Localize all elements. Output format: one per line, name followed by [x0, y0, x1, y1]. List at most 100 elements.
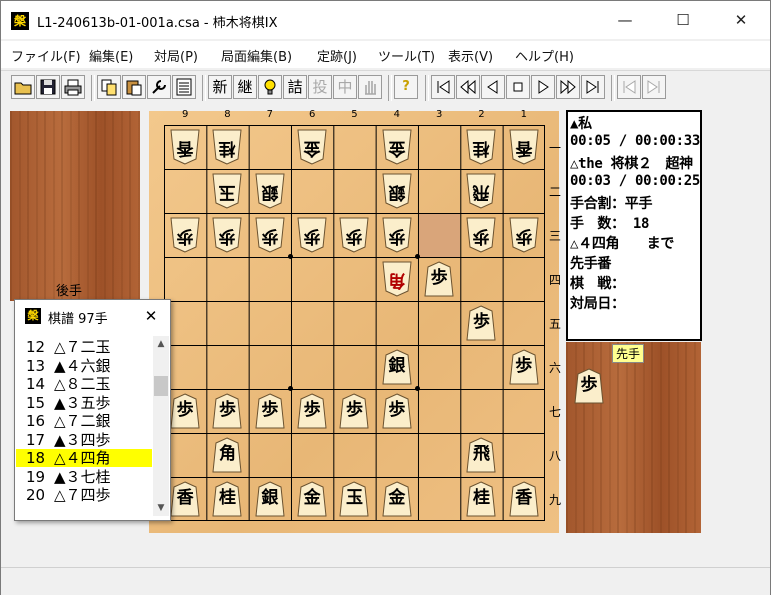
scroll-up-icon[interactable]: ▲ [153, 336, 169, 352]
piece-gote-72[interactable]: 銀 [255, 173, 285, 209]
piece-label: 歩 [176, 226, 194, 246]
minimize-button[interactable]: — [596, 1, 654, 39]
piece-gote-23[interactable]: 歩 [466, 217, 497, 253]
piece-gote-22[interactable]: 飛 [466, 173, 497, 209]
piece-sente-46[interactable]: 銀 [382, 349, 412, 385]
piece-gote-82[interactable]: 玉 [212, 173, 243, 209]
piece-gote-83[interactable]: 歩 [212, 217, 243, 253]
branch-forward-button[interactable] [642, 75, 666, 99]
maximize-button[interactable]: ☐ [654, 1, 712, 39]
kifu-row[interactable]: 14 △８二玉 [16, 375, 152, 393]
kifu-close-button[interactable]: ✕ [139, 304, 163, 328]
piece-sente-57[interactable]: 歩 [339, 393, 370, 429]
piece-sente-89[interactable]: 桂 [212, 481, 243, 517]
save-icon[interactable] [36, 75, 60, 99]
paste-icon[interactable] [122, 75, 146, 99]
menu-tools[interactable]: ツール(T) [378, 46, 435, 65]
piece-gote-42[interactable]: 銀 [382, 173, 412, 209]
close-button[interactable]: ✕ [712, 1, 770, 39]
piece-gote-41[interactable]: 金 [382, 129, 412, 165]
nav-forward-button[interactable] [531, 75, 555, 99]
piece-gote-91[interactable]: 香 [170, 129, 200, 165]
folder-open-icon[interactable] [11, 75, 35, 99]
title-bar[interactable]: 槃 L1-240613b-01-001a.csa - 柿木将棋IX — ☐ ✕ [1, 1, 770, 39]
piece-sente-34[interactable]: 歩 [424, 261, 454, 297]
piece-sente-79[interactable]: 銀 [255, 481, 285, 517]
rank-label: 一 [548, 141, 561, 155]
nav-back-button[interactable] [481, 75, 505, 99]
gote-piece-stand[interactable] [10, 111, 140, 301]
nav-last-button[interactable] [581, 75, 605, 99]
nav-stop-button[interactable] [506, 75, 530, 99]
scroll-down-icon[interactable]: ▼ [153, 500, 169, 516]
menu-joseki[interactable]: 定跡(J) [317, 46, 357, 65]
nav-forward10-button[interactable] [556, 75, 580, 99]
piece-gote-44[interactable]: 角 [382, 261, 412, 297]
kifu-row[interactable]: 13 ▲４六銀 [16, 357, 152, 375]
kifu-title-bar[interactable]: 槃 棋譜 97手 ✕ [15, 300, 170, 332]
piece-sente-67[interactable]: 歩 [297, 393, 327, 429]
menu-edit[interactable]: 編集(E) [89, 46, 133, 65]
kifu-row[interactable]: 19 ▲３七桂 [16, 468, 152, 486]
piece-gote-81[interactable]: 桂 [212, 129, 243, 165]
piece-sente-49[interactable]: 金 [382, 481, 412, 517]
continue-game-button[interactable]: 継 [233, 75, 257, 99]
kifu-row[interactable]: 18 △４四角 [16, 449, 152, 467]
piece-sente-87[interactable]: 歩 [212, 393, 243, 429]
shogi-board[interactable]: 香桂金金桂香玉銀銀飛歩歩歩歩歩歩歩歩角歩歩銀歩歩歩歩歩歩歩角飛香桂銀金玉金桂香 [164, 125, 545, 521]
piece-label: 角 [218, 444, 236, 464]
hand-icon[interactable] [358, 75, 382, 99]
piece-sente-97[interactable]: 歩 [170, 393, 200, 429]
toolbar: 新 継 詰 投 中 ? [1, 70, 770, 105]
piece-sente-69[interactable]: 金 [297, 481, 327, 517]
piece-sente-77[interactable]: 歩 [255, 393, 285, 429]
piece-sente-47[interactable]: 歩 [382, 393, 412, 429]
piece-label: 玉 [345, 488, 363, 508]
hand-piece-sente[interactable]: 歩 [574, 368, 604, 404]
menu-position-edit[interactable]: 局面編集(B) [221, 46, 292, 65]
piece-sente-19[interactable]: 香 [509, 481, 539, 517]
piece-gote-53[interactable]: 歩 [339, 217, 370, 253]
sente-time: 00:05 / 00:00:33 [570, 133, 701, 149]
piece-gote-11[interactable]: 香 [509, 129, 539, 165]
kifu-row[interactable]: 12 △７二玉 [16, 338, 152, 356]
piece-gote-61[interactable]: 金 [297, 129, 327, 165]
piece-sente-28[interactable]: 飛 [466, 437, 497, 473]
kifu-row[interactable]: 15 ▲３五歩 [16, 394, 152, 412]
kifu-row[interactable]: 20 △７四歩 [16, 486, 152, 504]
piece-gote-63[interactable]: 歩 [297, 217, 327, 253]
kifu-scrollbar[interactable]: ▲ ▼ [153, 336, 169, 516]
new-game-button[interactable]: 新 [208, 75, 232, 99]
piece-sente-59[interactable]: 玉 [339, 481, 370, 517]
tsume-button[interactable]: 詰 [283, 75, 307, 99]
nav-back10-button[interactable] [456, 75, 480, 99]
piece-sente-25[interactable]: 歩 [466, 305, 497, 341]
piece-sente-99[interactable]: 香 [170, 481, 200, 517]
kifu-row[interactable]: 17 ▲３四歩 [16, 431, 152, 449]
hint-bulb-icon[interactable] [258, 75, 282, 99]
menu-file[interactable]: ファイル(F) [11, 46, 81, 65]
copy-icon[interactable] [97, 75, 121, 99]
kifu-move-list[interactable]: 12 △７二玉 13 ▲４六銀 14 △８二玉 15 ▲３五歩 16 △７二銀 17 ▲３四歩 18 △４… [16, 336, 152, 516]
kifu-row[interactable]: 16 △７二銀 [16, 412, 152, 430]
scroll-thumb[interactable] [154, 376, 168, 396]
list-icon[interactable] [172, 75, 196, 99]
resign-button[interactable]: 投 [308, 75, 332, 99]
piece-sente-29[interactable]: 桂 [466, 481, 497, 517]
piece-sente-88[interactable]: 角 [212, 437, 243, 473]
piece-gote-73[interactable]: 歩 [255, 217, 285, 253]
piece-sente-16[interactable]: 歩 [509, 349, 539, 385]
menu-view[interactable]: 表示(V) [448, 46, 493, 65]
piece-gote-13[interactable]: 歩 [509, 217, 539, 253]
help-icon[interactable]: ? [394, 75, 418, 99]
piece-gote-93[interactable]: 歩 [170, 217, 200, 253]
wrench-icon[interactable] [147, 75, 171, 99]
piece-gote-21[interactable]: 桂 [466, 129, 497, 165]
interrupt-button[interactable]: 中 [333, 75, 357, 99]
branch-back-button[interactable] [617, 75, 641, 99]
menu-game[interactable]: 対局(P) [154, 46, 198, 65]
printer-icon[interactable] [61, 75, 85, 99]
menu-help[interactable]: ヘルプ(H) [515, 46, 574, 65]
piece-gote-43[interactable]: 歩 [382, 217, 412, 253]
nav-first-button[interactable] [431, 75, 455, 99]
